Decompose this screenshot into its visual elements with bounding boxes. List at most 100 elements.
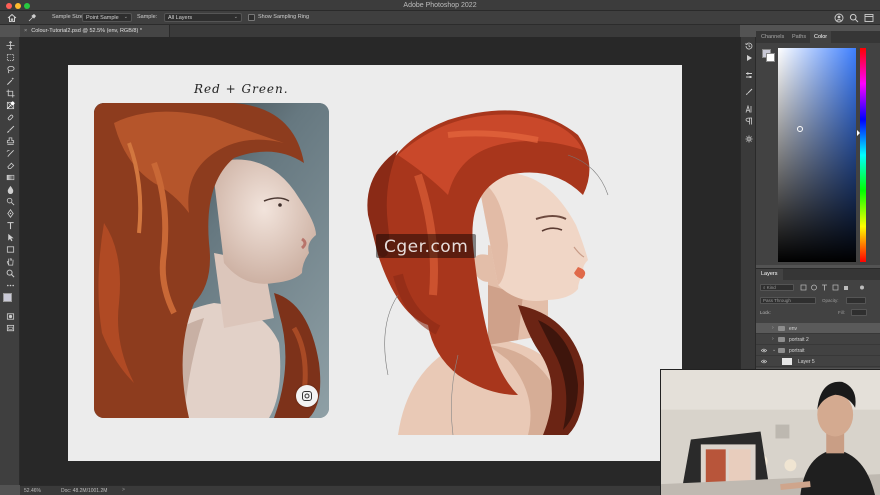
sample-label: Sample:	[137, 14, 158, 20]
layer-filter-icons	[800, 284, 870, 292]
eyedropper-preset-icon[interactable]	[27, 13, 37, 23]
magic-wand-tool-icon[interactable]	[5, 76, 15, 86]
clone-stamp-tool-icon[interactable]	[5, 136, 15, 146]
screen-mode-icon[interactable]	[5, 323, 15, 333]
tab-color[interactable]: Color	[810, 31, 832, 43]
settings-gear-icon[interactable]	[744, 134, 754, 144]
folder-icon	[778, 337, 785, 342]
document-canvas[interactable]: Red + Green.	[68, 65, 682, 461]
tab-channels[interactable]: Channels	[761, 34, 784, 40]
show-sampling-ring-label: Show Sampling Ring	[258, 14, 310, 20]
sample-value: All Layers	[168, 15, 193, 21]
options-bar: Sample Size: Point Sample ⌄ Sample: All L…	[0, 11, 880, 25]
document-size-info: Doc: 48.2M/1001.2M	[61, 488, 108, 494]
color-swatches[interactable]	[3, 293, 17, 307]
layers-panel-header: Layers	[756, 269, 880, 280]
layer-name: portrait 2	[789, 337, 809, 343]
status-menu-arrow[interactable]: >	[122, 487, 125, 493]
visibility-eye-icon[interactable]	[761, 348, 767, 353]
chevron-down-icon: ⌄	[233, 14, 238, 20]
sample-size-value: Point Sample	[86, 15, 119, 21]
search-icon: ⌕	[763, 285, 766, 290]
adjustments-panel-icon[interactable]	[744, 70, 754, 80]
hue-slider-marker[interactable]	[857, 130, 860, 136]
marquee-tool-icon[interactable]	[5, 52, 15, 62]
color-picker-cursor[interactable]	[797, 126, 803, 132]
layer-row-portrait[interactable]: ⌄ portrait	[756, 345, 880, 356]
blur-tool-icon[interactable]	[5, 184, 15, 194]
paragraph-panel-icon[interactable]	[744, 116, 754, 126]
brush-tool-icon[interactable]	[5, 124, 15, 134]
layer-row-portrait-2[interactable]: › portrait 2	[756, 334, 880, 345]
canvas-handwritten-title: Red + Green.	[194, 82, 289, 96]
close-tab-icon[interactable]: ×	[24, 28, 27, 34]
layer-filter-dropdown[interactable]: ⌕ Kind	[760, 284, 794, 291]
home-icon[interactable]	[7, 13, 17, 23]
opacity-label: Opacity:	[822, 298, 839, 303]
group-expand-icon[interactable]: ›	[772, 325, 774, 331]
workspace-icon[interactable]	[864, 13, 874, 23]
sample-size-label: Sample Size:	[52, 14, 85, 20]
type-tool-icon[interactable]	[5, 220, 15, 230]
color-panel-tabs: Channels Paths Color	[756, 31, 880, 43]
fill-field[interactable]	[851, 309, 867, 316]
zoom-level[interactable]: 52.46%	[24, 488, 41, 494]
eyedropper-tool-icon[interactable]	[5, 100, 15, 110]
fill-label: Fill:	[838, 310, 845, 315]
crop-tool-icon[interactable]	[5, 88, 15, 98]
brush-settings-icon[interactable]	[744, 87, 754, 97]
lock-label: Lock:	[760, 310, 771, 315]
folder-icon	[778, 348, 785, 353]
blend-mode-value: Pass Through	[763, 298, 791, 303]
tab-layers[interactable]: Layers	[756, 269, 783, 280]
lasso-tool-icon[interactable]	[5, 64, 15, 74]
folder-icon	[778, 326, 785, 331]
document-workspace[interactable]: Red + Green.	[20, 37, 740, 485]
gradient-tool-icon[interactable]	[5, 172, 15, 182]
layer-row-layer-5[interactable]: Layer 5	[756, 356, 880, 367]
document-tab[interactable]: × Colour-Tutorial2.psd @ 52.5% (env, RGB/…	[20, 25, 170, 37]
dodge-tool-icon[interactable]	[5, 196, 15, 206]
more-tools-icon[interactable]	[5, 280, 15, 290]
move-tool-icon[interactable]	[5, 40, 15, 50]
healing-brush-tool-icon[interactable]	[5, 112, 15, 122]
lens-icon[interactable]	[296, 385, 318, 407]
blend-mode-dropdown[interactable]: Pass Through	[760, 297, 816, 304]
group-expand-icon[interactable]: ›	[772, 336, 774, 342]
show-sampling-ring-checkbox[interactable]	[248, 14, 255, 21]
reference-photo	[94, 103, 329, 418]
visibility-eye-icon[interactable]	[761, 359, 767, 364]
group-collapse-icon[interactable]: ⌄	[772, 347, 776, 353]
history-brush-tool-icon[interactable]	[5, 148, 15, 158]
history-panel-icon[interactable]	[744, 41, 754, 51]
tools-panel	[0, 37, 20, 485]
digital-painting	[338, 95, 628, 436]
layer-row-env[interactable]: › env	[756, 323, 880, 334]
hand-tool-icon[interactable]	[5, 256, 15, 266]
app-title: Adobe Photoshop 2022	[403, 2, 477, 9]
sample-dropdown[interactable]: All Layers ⌄	[164, 13, 242, 22]
saturation-value-field[interactable]	[778, 48, 856, 262]
rectangle-tool-icon[interactable]	[5, 244, 15, 254]
layer-thumbnail	[782, 358, 792, 365]
document-tab-bar: × Colour-Tutorial2.psd @ 52.5% (env, RGB/…	[20, 25, 740, 37]
sample-size-dropdown[interactable]: Point Sample ⌄	[82, 13, 132, 22]
path-selection-tool-icon[interactable]	[5, 232, 15, 242]
title-bar: Adobe Photoshop 2022	[0, 0, 880, 11]
layer-name: portrait	[789, 348, 805, 354]
actions-panel-icon[interactable]	[744, 53, 754, 63]
user-icon[interactable]	[834, 13, 844, 23]
hue-slider[interactable]	[860, 48, 866, 262]
quick-mask-icon[interactable]	[5, 311, 15, 321]
tab-paths[interactable]: Paths	[792, 34, 806, 40]
layer-filter-value: Kind	[766, 285, 776, 290]
document-tab-label: Colour-Tutorial2.psd @ 52.5% (env, RGB/8…	[31, 28, 142, 34]
character-panel-icon[interactable]	[744, 104, 754, 114]
background-color-swatch[interactable]	[766, 53, 775, 62]
search-icon[interactable]	[849, 13, 859, 23]
foreground-color-swatch[interactable]	[3, 293, 12, 302]
zoom-tool-icon[interactable]	[5, 268, 15, 278]
eraser-tool-icon[interactable]	[5, 160, 15, 170]
pen-tool-icon[interactable]	[5, 208, 15, 218]
opacity-field[interactable]	[846, 297, 866, 304]
